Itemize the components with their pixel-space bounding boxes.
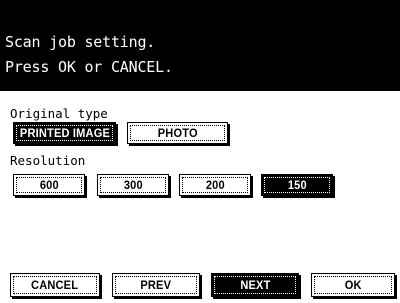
prev-button-label: PREV — [140, 278, 172, 292]
resolution-300-label: 300 — [123, 178, 143, 192]
original-type-label: Original type — [10, 106, 108, 121]
resolution-300-button[interactable]: 300 — [97, 174, 169, 196]
resolution-600-label: 600 — [39, 178, 59, 192]
printed-image-button-label: PRINTED IMAGE — [19, 126, 110, 140]
printed-image-button[interactable]: PRINTED IMAGE — [13, 122, 116, 144]
ok-button[interactable]: OK — [311, 273, 395, 297]
resolution-label: Resolution — [10, 153, 86, 168]
ok-button-label: OK — [344, 278, 362, 292]
resolution-600-button[interactable]: 600 — [13, 174, 85, 196]
photo-button[interactable]: PHOTO — [127, 122, 228, 144]
next-button[interactable]: NEXT — [211, 273, 299, 297]
message-line-2: Press OK or CANCEL. — [5, 58, 173, 76]
resolution-150-button[interactable]: 150 — [261, 174, 333, 196]
prev-button[interactable]: PREV — [112, 273, 200, 297]
cancel-button[interactable]: CANCEL — [10, 273, 100, 297]
next-button-label: NEXT — [239, 278, 271, 292]
photo-button-label: PHOTO — [157, 126, 198, 140]
cancel-button-label: CANCEL — [31, 278, 79, 292]
message-panel: Scan job setting. Press OK or CANCEL. — [0, 0, 400, 91]
resolution-200-button[interactable]: 200 — [179, 174, 251, 196]
resolution-150-label: 150 — [287, 178, 307, 192]
resolution-200-label: 200 — [205, 178, 225, 192]
message-line-1: Scan job setting. — [5, 33, 156, 51]
